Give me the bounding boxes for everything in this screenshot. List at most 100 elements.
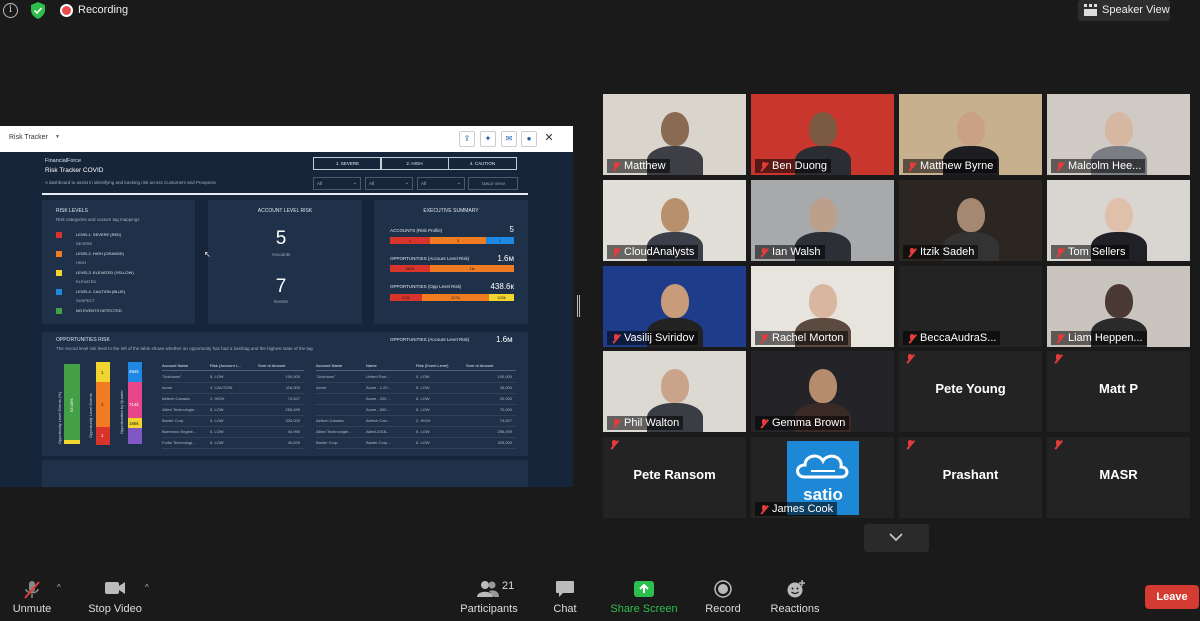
chevron-down-icon[interactable]: ▼ [55,134,60,140]
account-risk-title: ACCOUNT LEVEL RISK [257,208,313,214]
muted-microphone-icon [759,334,769,343]
speaker-view-button[interactable]: Speaker View [1078,0,1170,21]
participant-head [809,112,837,146]
stop-video-button[interactable]: Stop Video [84,572,146,621]
muted-microphone-icon [611,334,621,343]
risk-color-swatch [56,251,62,257]
participant-tile[interactable]: Matthew [603,94,746,175]
close-icon[interactable]: ✕ [541,131,557,147]
share-icon[interactable]: ⇪ [459,131,475,147]
participant-tile[interactable]: Prashant [899,437,1042,518]
filter-select-2[interactable]: All ⌄ [365,177,413,190]
risk-level-sub: ELEVATED [76,279,97,284]
participant-tile[interactable]: Itzik Sadeh [899,180,1042,261]
participant-tile[interactable]: satio James Cook [751,437,894,518]
follow-icon[interactable]: ✦ [480,131,496,147]
more-participants-button[interactable] [864,524,929,552]
exec-row-value: 5 [509,225,514,234]
participant-tile[interactable]: Tom Sellers [1047,180,1190,261]
participant-name: Malcolm Hee... [1068,160,1142,172]
table-cell: 5. LOW [210,429,224,434]
table-cell: 5. LOW [210,418,224,423]
filter-select-1[interactable]: All ⌄ [313,177,361,190]
table-cell: "Unknown" [162,374,182,379]
participant-tile[interactable]: Ian Walsh [751,180,894,261]
info-icon[interactable]: i [3,3,18,18]
opps-right-value: 1.6м [496,335,513,344]
record-button[interactable]: Record [700,572,746,621]
participant-name-tag: Gemma Brown [755,416,850,430]
chevron-down-icon: ⌄ [404,180,409,186]
participant-head [1105,112,1133,146]
table-header: Risk (Event Level) [416,363,449,368]
dashboard-footer-panel [42,460,528,487]
video-options-caret[interactable]: ^ [145,583,149,592]
chevron-down-icon: ⌄ [352,180,357,186]
table-cell: 74,627 [287,396,300,401]
table-header: Sum of Amount [466,363,494,368]
participant-tile[interactable]: Matthew Byrne [899,94,1042,175]
audio-options-caret[interactable]: ^ [57,583,61,592]
participant-name-tag: BeccaAudraS... [903,331,1001,345]
table-cell: 44,990 [287,429,300,434]
muted-microphone-icon [1055,162,1065,171]
pct-bar-label: 93.08% [69,398,74,412]
exec-bar-segment: 100k [489,294,514,301]
participant-name-tag: Phil Walton [607,416,684,430]
top-bar: i Recording Speaker View [0,0,1200,22]
shared-screen[interactable]: Risk Tracker ▼ ⇪ ✦ ✉ ● ✕ FinancialForce … [0,126,573,487]
table-cell: 5. LOW [210,407,224,412]
participant-tile[interactable]: BeccaAudraS... [899,266,1042,347]
participant-tile[interactable]: MASR [1047,437,1190,518]
exec-row-label: ACCOUNTS (Risk Profile) [390,228,443,233]
participant-tile[interactable]: Rachel Morton [751,266,894,347]
exec-row-label: OPPORTUNITIES (Opp Level Risk) [390,284,462,289]
filter-caution-button[interactable]: 4. CAUTION [448,157,517,170]
table-cell: 70,000 [499,407,512,412]
participant-tile[interactable]: Gemma Brown [751,351,894,432]
table-view-button[interactable]: TABLE VIEW [468,177,518,190]
share-screen-button[interactable]: Share Screen [610,572,678,621]
participant-head [809,369,837,403]
unmute-button[interactable]: Unmute [6,572,58,621]
participant-tile[interactable]: CloudAnalysts [603,180,746,261]
events-value: 7 [275,276,287,297]
accounts-value: 5 [275,228,287,249]
participant-name: Liam Heppen... [1068,332,1143,344]
participant-tile[interactable]: Matt P [1047,351,1190,432]
participant-name: Rachel Morton [772,332,844,344]
exec-row-value: 1.6м [497,254,514,263]
participant-tile[interactable]: Pete Young [899,351,1042,432]
participant-tile[interactable]: Pete Ransom [603,437,746,518]
meeting-toolbar: Unmute ^ Stop Video ^ 21 Participants Ch… [0,572,1200,621]
table-cell: 325,000 [497,440,512,445]
participant-head [661,369,689,403]
participant-tile[interactable]: Phil Walton [603,351,746,432]
risk-level-label: LEVEL4. CAUTION (BLUE) [76,289,126,294]
muted-microphone-icon [611,419,621,428]
resize-handle[interactable] [577,295,580,317]
participant-tile[interactable]: Ben Duong [751,94,894,175]
leave-button[interactable]: Leave [1145,585,1199,609]
opps-right-label: OPPORTUNITIES (Account Level Risk) [390,337,470,342]
org-label: FinancialForce [45,158,82,164]
filter-severe-button[interactable]: 1. SEVERE [313,157,382,170]
chat-button[interactable]: Chat [545,572,585,621]
events-bar-label: 1 [101,370,104,375]
mail-icon[interactable]: ✉ [501,131,517,147]
participant-tile[interactable]: Malcolm Hee... [1047,94,1190,175]
reactions-button[interactable]: Reactions [766,572,824,621]
muted-microphone-icon [759,505,769,514]
table-cell: Airtech Canada [162,396,190,401]
filter-select-3[interactable]: All ⌄ [417,177,465,190]
security-shield-icon[interactable] [30,2,46,19]
filter-high-button[interactable]: 2. HIGH [380,157,449,170]
participant-tile[interactable]: Liam Heppen... [1047,266,1190,347]
participant-name-tag: Itzik Sadeh [903,245,979,259]
participants-button[interactable]: 21 Participants [458,572,520,621]
vertical-axis-label: Opportunities by Quarter [119,390,124,434]
quarter-bar-segment [128,428,142,444]
chat-bubble-icon[interactable]: ● [521,131,537,147]
table-cell: Barremco Engine... [162,429,197,434]
participant-tile[interactable]: Vasilij Sviridov [603,266,746,347]
